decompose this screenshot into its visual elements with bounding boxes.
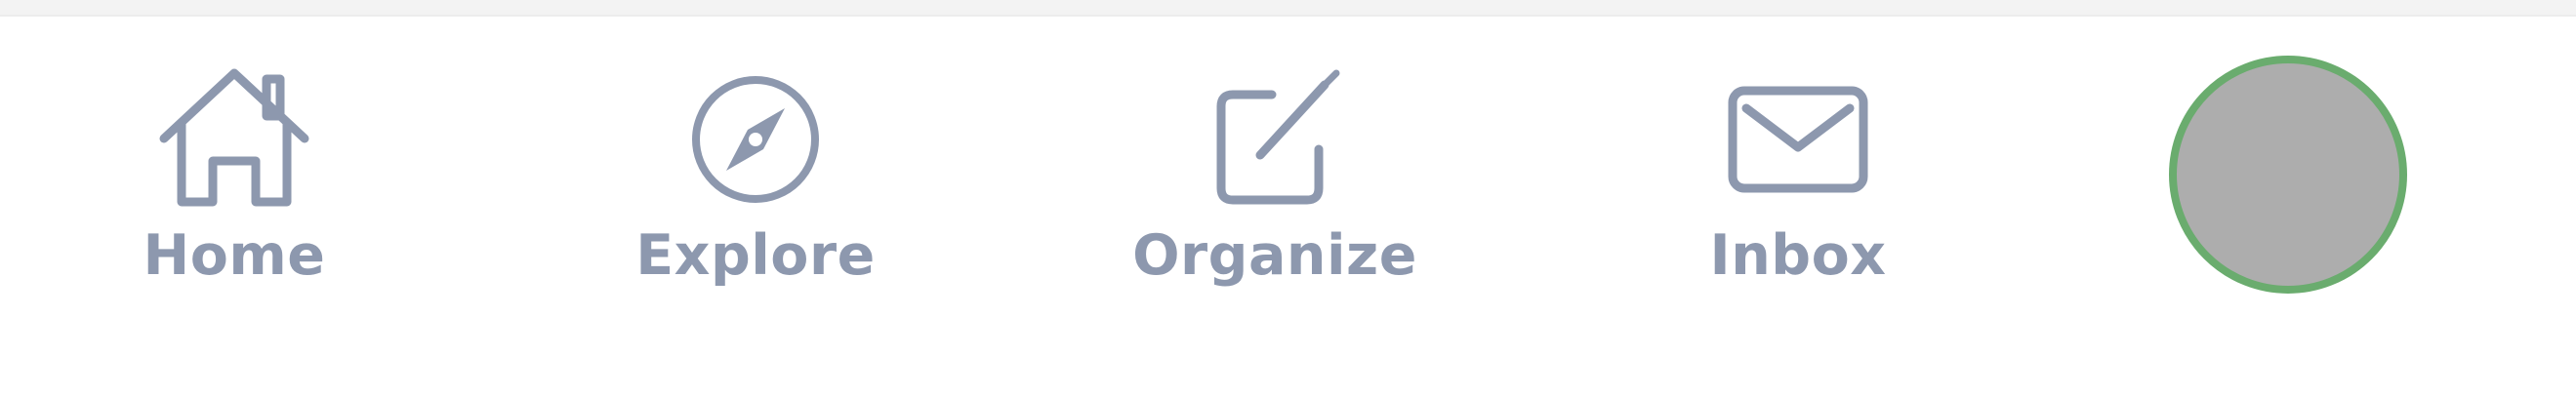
nav-item-organize[interactable]: Organize (1119, 17, 1431, 309)
mail-icon (1728, 86, 1868, 193)
nav-label-explore: Explore (635, 223, 876, 288)
nav-label-inbox: Inbox (1709, 223, 1887, 288)
top-divider (0, 0, 2576, 17)
nav-label-home: Home (143, 223, 326, 288)
compass-icon (692, 76, 819, 203)
user-avatar[interactable] (2169, 56, 2407, 294)
nav-item-inbox[interactable]: Inbox (1642, 17, 1954, 309)
nav-item-home[interactable]: Home (78, 17, 390, 309)
edit-icon (1216, 69, 1340, 205)
nav-label-organize: Organize (1132, 223, 1417, 288)
bottom-navigation-bar: Home Explore Organize Inbox (0, 17, 2576, 396)
home-icon (159, 68, 309, 207)
nav-item-explore[interactable]: Explore (599, 17, 912, 309)
